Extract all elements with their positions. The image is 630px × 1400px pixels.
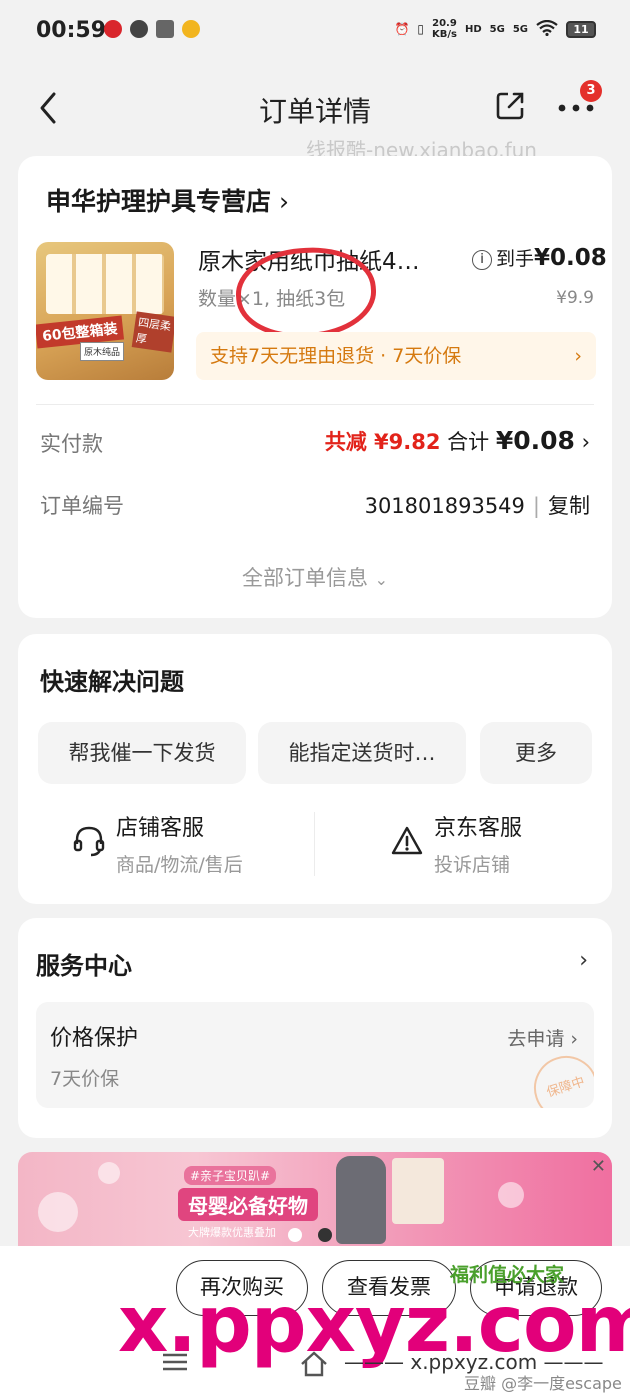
- copy-button[interactable]: 复制: [548, 494, 590, 518]
- pager-dot-active: [318, 1228, 332, 1242]
- product-image[interactable]: 60包整箱装 四层柔厚 原木纯品: [36, 242, 174, 380]
- store-name-link[interactable]: 申华护理护具专营店 ›: [46, 182, 289, 218]
- price-protection-title: 价格保护: [50, 1026, 139, 1051]
- share-icon: [496, 92, 524, 120]
- chevron-right-icon[interactable]: ›: [579, 948, 588, 973]
- delivery-time-button[interactable]: 能指定送货时…: [258, 722, 466, 784]
- net-speed: 20.9 KB/s: [432, 18, 457, 40]
- menu-nav-icon[interactable]: [160, 1350, 200, 1380]
- jd-cs-title: 京东客服: [434, 816, 523, 841]
- store-name: 申华护理护具专营店: [46, 187, 272, 216]
- pager-dot: [288, 1228, 302, 1242]
- banner-subtitle: 大牌爆款优惠叠加: [188, 1226, 276, 1239]
- warning-icon: [391, 826, 423, 855]
- service-center-title: 服务中心: [36, 952, 132, 980]
- quick-solve-title: 快速解决问题: [40, 668, 184, 696]
- user-watermark: 豆瓣 @李一度escape: [464, 1374, 622, 1393]
- page-title: 订单详情: [258, 95, 371, 128]
- order-number-row: 301801893549 | 复制: [364, 494, 590, 518]
- signal-5g-icon: 5G: [489, 23, 505, 35]
- hd-icon: HD: [464, 23, 482, 35]
- order-number: 301801893549: [364, 494, 525, 518]
- store-customer-service[interactable]: 店铺客服 商品/物流/售后: [72, 806, 292, 886]
- app-face-notification-icon: [182, 20, 200, 38]
- alipay-notification-icon: [156, 20, 174, 38]
- flower-decoration: [98, 1162, 120, 1184]
- jd-cs-sub: 投诉店铺: [434, 854, 511, 876]
- final-price-value: ¥0.08: [534, 245, 607, 271]
- headset-icon: [73, 826, 105, 857]
- all-order-info-toggle[interactable]: 全部订单信息 ⌄: [18, 562, 612, 592]
- share-button[interactable]: [494, 90, 526, 122]
- product-image-logo: 原木纯品: [80, 342, 125, 361]
- flower-decoration: [38, 1192, 78, 1232]
- message-notification-icon: [130, 20, 148, 38]
- total-amount: ¥0.08: [495, 426, 575, 455]
- status-notification-icons: [104, 20, 200, 38]
- divider: [314, 812, 315, 876]
- more-options-button[interactable]: 更多: [480, 722, 592, 784]
- wifi-icon: [536, 19, 558, 39]
- apply-link[interactable]: 去申请 ›: [507, 1024, 578, 1051]
- status-time: 00:59: [36, 18, 107, 43]
- quick-solve-card: 快速解决问题 帮我催一下发货 能指定送货时… 更多 店铺客服 商品/物流/售后 …: [18, 634, 612, 904]
- price-protection-sub: 7天价保: [50, 1068, 120, 1090]
- tissue-pack-graphic: [46, 254, 164, 314]
- flower-decoration: [498, 1182, 524, 1208]
- price-protection-item[interactable]: 价格保护 7天价保 去申请 › 保障中: [36, 1002, 594, 1108]
- apply-label: 去申请: [507, 1028, 565, 1050]
- all-order-info-label: 全部订单信息: [241, 566, 368, 590]
- pay-label: 实付款: [40, 432, 103, 456]
- banner-pager: [288, 1228, 332, 1242]
- order-no-label: 订单编号: [40, 494, 124, 518]
- chevron-down-icon: ⌄: [374, 570, 389, 589]
- final-price-label: 到手: [496, 248, 535, 270]
- discount-total: 共减 ¥9.82: [324, 430, 441, 454]
- urge-shipping-button[interactable]: 帮我催一下发货: [38, 722, 246, 784]
- protection-stamp: 保障中: [525, 1047, 594, 1108]
- return-promise-text: 支持7天无理由退货 · 7天价保: [210, 345, 462, 367]
- store-cs-title: 店铺客服: [116, 816, 205, 841]
- jd-customer-service[interactable]: 京东客服 投诉店铺: [390, 806, 590, 886]
- total-label: 合计: [447, 430, 490, 454]
- chevron-right-icon: ›: [564, 1028, 578, 1050]
- order-card: 申华护理护具专营店 › 60包整箱装 四层柔厚 原木纯品 原木家用纸巾抽纸4… …: [18, 156, 612, 618]
- final-price[interactable]: i 到手¥0.08: [472, 244, 607, 271]
- status-bar: 00:59 ⏰ ▯ 20.9 KB/s HD 5G 5G 11: [0, 0, 630, 66]
- chevron-right-icon: ›: [574, 345, 582, 367]
- car-seat-image: [336, 1156, 386, 1244]
- chevron-right-icon: ›: [581, 430, 590, 454]
- close-icon[interactable]: ✕: [591, 1156, 606, 1177]
- status-system-icons: ⏰ ▯ 20.9 KB/s HD 5G 5G 11: [394, 18, 596, 40]
- banner-tag: #亲子宝贝趴#: [184, 1166, 277, 1185]
- divider: [36, 404, 594, 405]
- app-notification-icon: [104, 20, 122, 38]
- diaper-pack-image: [392, 1158, 444, 1224]
- original-price: ¥9.9: [556, 288, 594, 308]
- return-promise-bar[interactable]: 支持7天无理由退货 · 7天价保 ›: [196, 332, 596, 380]
- vibrate-icon: ▯: [417, 22, 424, 36]
- banner-title: 母婴必备好物: [178, 1188, 318, 1221]
- chevron-right-icon: ›: [271, 187, 289, 216]
- info-icon: i: [472, 250, 492, 270]
- service-center-card: 服务中心 › 价格保护 7天价保 去申请 › 保障中: [18, 918, 612, 1138]
- battery-icon: 11: [566, 20, 596, 38]
- product-image-tag2: 四层柔厚: [131, 311, 174, 353]
- alarm-icon: ⏰: [394, 22, 410, 36]
- store-cs-sub: 商品/物流/售后: [116, 854, 243, 876]
- signal-5g-icon-2: 5G: [512, 23, 528, 35]
- notification-badge: 3: [580, 80, 602, 102]
- home-nav-icon[interactable]: [298, 1350, 338, 1380]
- payment-summary[interactable]: 共减 ¥9.82 合计 ¥0.08 ›: [325, 426, 590, 456]
